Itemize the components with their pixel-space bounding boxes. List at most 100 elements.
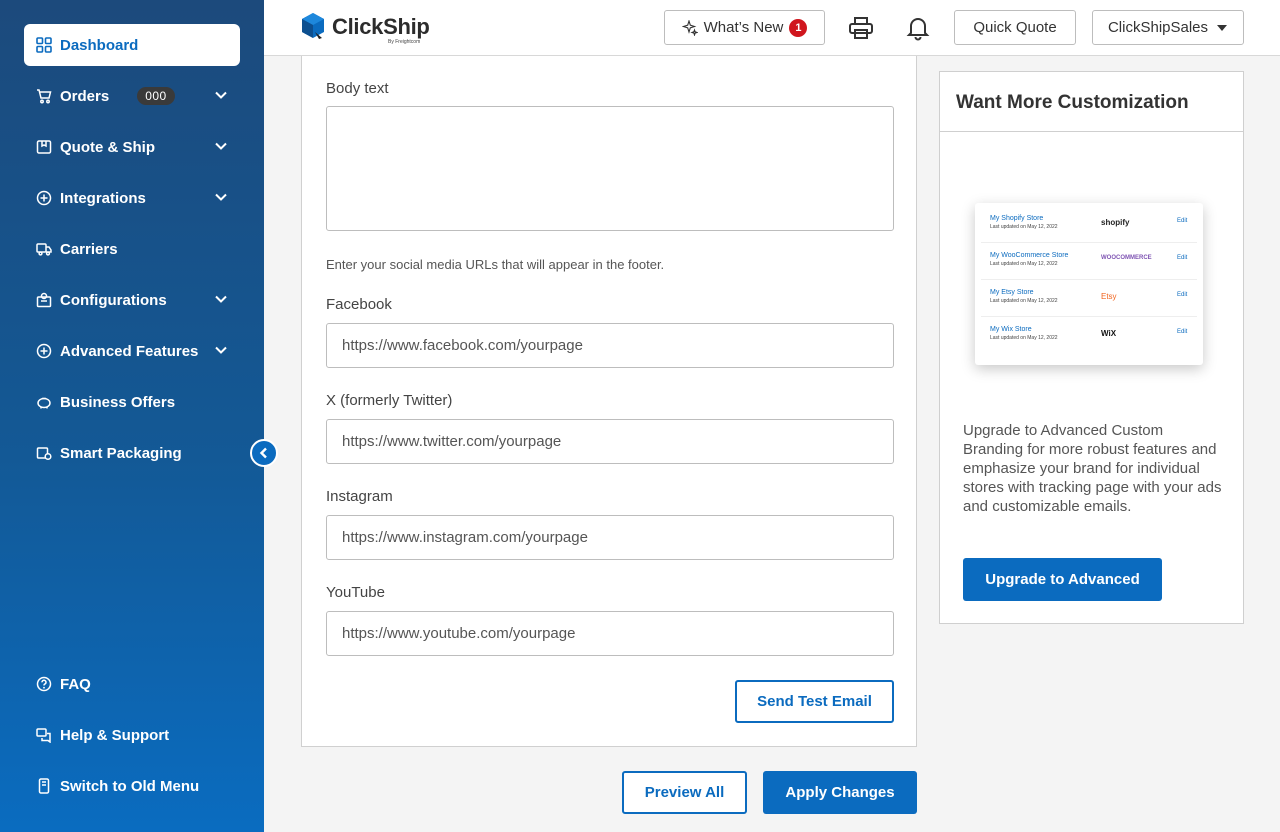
store-edit-link: Edit: [1177, 255, 1188, 261]
email-branding-form: Body text Enter your social media URLs t…: [301, 56, 917, 747]
store-date: Last updated on May 12, 2022: [990, 224, 1058, 230]
youtube-label: YouTube: [326, 584, 385, 601]
sidebar-item-business-offers[interactable]: Business Offers: [24, 381, 240, 423]
chevron-down-icon[interactable]: [214, 139, 228, 153]
quick-quote-label: Quick Quote: [973, 19, 1057, 36]
upgrade-to-advanced-button[interactable]: Upgrade to Advanced: [963, 558, 1162, 601]
whats-new-label: What’s New: [703, 19, 784, 36]
twitter-label: X (formerly Twitter): [326, 392, 453, 409]
preview-all-button[interactable]: Preview All: [622, 771, 747, 814]
sidebar-item-smart-packaging[interactable]: Smart Packaging: [24, 432, 240, 474]
bell-icon[interactable]: [905, 15, 931, 41]
piggy-bank-icon: [36, 394, 52, 410]
send-test-email-button[interactable]: Send Test Email: [735, 680, 894, 723]
store-date: Last updated on May 12, 2022: [990, 298, 1058, 304]
store-edit-link: Edit: [1177, 218, 1188, 224]
orders-count-badge: 000: [137, 87, 175, 105]
logo-text: ClickShip: [332, 14, 430, 39]
list-item: My WooCommerce Store Last updated on May…: [981, 244, 1197, 280]
instagram-url-input[interactable]: [326, 515, 894, 560]
sidebar-item-label: Carriers: [60, 240, 118, 258]
sidebar-item-faq[interactable]: FAQ: [24, 663, 240, 705]
list-item: My Etsy Store Last updated on May 12, 20…: [981, 281, 1197, 317]
facebook-url-input[interactable]: [326, 323, 894, 368]
apply-changes-button[interactable]: Apply Changes: [763, 771, 917, 814]
promo-description: Upgrade to Advanced Custom Branding for …: [963, 422, 1222, 515]
plus-circle-icon: [36, 190, 52, 206]
sidebar-item-help-support[interactable]: Help & Support: [24, 714, 240, 756]
sidebar-item-label: Orders: [60, 87, 110, 105]
customization-promo-card: Want More Customization My Shopify Store…: [939, 71, 1244, 624]
chevron-down-icon[interactable]: [214, 343, 228, 357]
store-name: My WooCommerce Store: [990, 252, 1069, 259]
sidebar-item-configurations[interactable]: Configurations: [24, 279, 240, 321]
store-edit-link: Edit: [1177, 329, 1188, 335]
list-item: My Wix Store Last updated on May 12, 202…: [981, 318, 1197, 354]
chevron-left-icon: [259, 447, 267, 459]
sidebar-item-switch-old-menu[interactable]: Switch to Old Menu: [24, 765, 240, 807]
package-icon: [36, 139, 52, 155]
sidebar-item-label: Quote & Ship: [60, 138, 155, 156]
gear-box-icon: [36, 292, 52, 308]
etsy-logo: Etsy: [1101, 292, 1117, 301]
twitter-url-input[interactable]: [326, 419, 894, 464]
sidebar-item-quote-ship[interactable]: Quote & Ship: [24, 126, 240, 168]
stores-preview-image: My Shopify Store Last updated on May 12,…: [975, 203, 1203, 365]
shopify-logo: shopify: [1101, 218, 1130, 227]
social-hint-text: Enter your social media URLs that will a…: [326, 257, 665, 272]
grid-icon: [36, 37, 52, 53]
box-gear-icon: [36, 445, 52, 461]
truck-icon: [36, 241, 52, 257]
instagram-label: Instagram: [326, 488, 393, 505]
sidebar-item-advanced-features[interactable]: Advanced Features: [24, 330, 240, 372]
store-name: My Shopify Store: [990, 215, 1044, 222]
body-text-label: Body text: [326, 80, 389, 97]
woocommerce-logo: WOOCOMMERCE: [1101, 255, 1152, 261]
sidebar-item-label: Smart Packaging: [60, 444, 182, 462]
cart-icon: [36, 88, 52, 104]
sidebar-collapse-button[interactable]: [250, 439, 278, 467]
plus-circle-icon: [36, 343, 52, 359]
sidebar-item-carriers[interactable]: Carriers: [24, 228, 240, 270]
sidebar-item-label: Dashboard: [60, 36, 139, 54]
sidebar-item-label: Advanced Features: [60, 342, 199, 360]
sidebar-item-dashboard[interactable]: Dashboard: [24, 24, 240, 66]
logo-subtitle: By Freightcom: [388, 39, 421, 45]
top-bar: ClickShip By Freightcom What’s New 1 Qui…: [264, 0, 1280, 56]
account-name: ClickShipSales: [1107, 19, 1209, 36]
sidebar-item-label: FAQ: [60, 675, 91, 693]
phone-switch-icon: [36, 778, 52, 794]
promo-title: Want More Customization: [940, 72, 1243, 132]
whats-new-button[interactable]: What’s New 1: [664, 10, 825, 45]
sidebar-item-label: Switch to Old Menu: [60, 777, 200, 795]
sidebar-item-label: Business Offers: [60, 393, 176, 411]
list-item: My Shopify Store Last updated on May 12,…: [981, 207, 1197, 243]
sidebar-item-label: Help & Support: [60, 726, 170, 744]
wix-logo: WiX: [1101, 329, 1117, 338]
sidebar: Dashboard Orders 000 Quote & Ship Integr…: [0, 0, 264, 832]
chevron-down-icon[interactable]: [214, 88, 228, 102]
question-circle-icon: [36, 676, 52, 692]
store-date: Last updated on May 12, 2022: [990, 335, 1058, 341]
printer-icon[interactable]: [848, 15, 874, 41]
sidebar-item-orders[interactable]: Orders 000: [24, 75, 240, 117]
caret-down-icon: [1217, 24, 1228, 31]
youtube-url-input[interactable]: [326, 611, 894, 656]
clickship-logo[interactable]: ClickShip By Freightcom: [300, 12, 430, 45]
facebook-label: Facebook: [326, 296, 392, 313]
chat-support-icon: [36, 727, 52, 743]
chevron-down-icon[interactable]: [214, 292, 228, 306]
store-name: My Etsy Store: [990, 289, 1034, 296]
sidebar-item-integrations[interactable]: Integrations: [24, 177, 240, 219]
sidebar-item-label: Integrations: [60, 189, 146, 207]
store-edit-link: Edit: [1177, 292, 1188, 298]
whats-new-count-badge: 1: [789, 18, 808, 37]
store-name: My Wix Store: [990, 326, 1032, 333]
quick-quote-button[interactable]: Quick Quote: [954, 10, 1076, 45]
account-dropdown[interactable]: ClickShipSales: [1092, 10, 1244, 45]
chevron-down-icon[interactable]: [214, 190, 228, 204]
sparkle-icon: [681, 19, 698, 36]
body-text-field[interactable]: [326, 106, 894, 231]
cube-logo-icon: [302, 13, 324, 39]
store-date: Last updated on May 12, 2022: [990, 261, 1058, 267]
